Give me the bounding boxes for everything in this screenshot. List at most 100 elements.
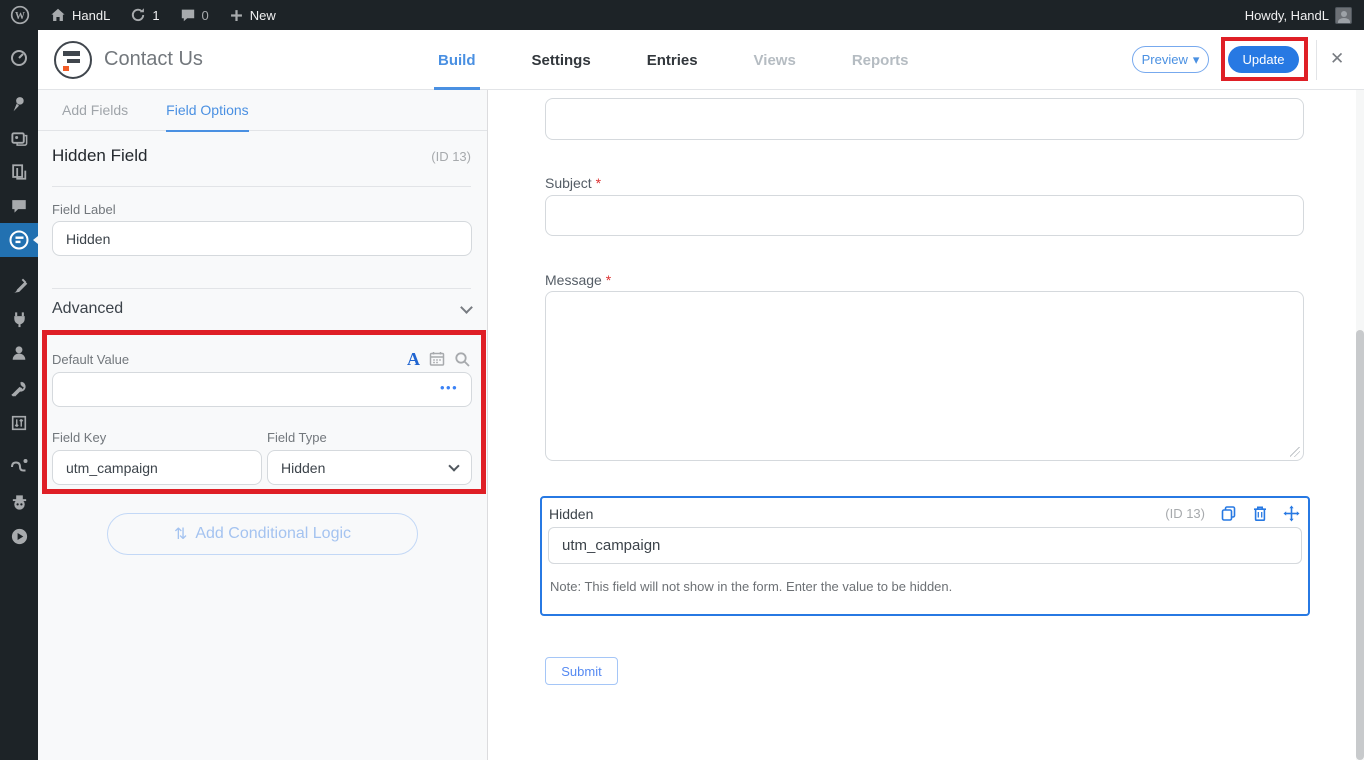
tab-entries[interactable]: Entries [619, 30, 726, 90]
panel-tabs: Add Fields Field Options [38, 90, 487, 131]
spy-icon [10, 493, 29, 512]
updates-menu[interactable]: 1 [120, 0, 169, 30]
message-textarea[interactable] [545, 291, 1304, 461]
sidebar-item-formidable[interactable] [0, 223, 38, 257]
formidable-icon [8, 229, 30, 251]
play-circle-icon [10, 527, 29, 546]
subject-label: Subject * [545, 175, 601, 191]
sidebar-item-plugins[interactable] [0, 302, 38, 336]
scrollbar-thumb[interactable] [1356, 330, 1364, 760]
hidden-field-note: Note: This field will not show in the fo… [550, 579, 952, 594]
hidden-field-label: Hidden [549, 506, 593, 522]
home-icon [50, 7, 66, 23]
new-menu[interactable]: New [219, 0, 286, 30]
howdy-text: Howdy, HandL [1245, 8, 1329, 23]
tab-settings[interactable]: Settings [504, 30, 619, 90]
pin-icon [10, 95, 28, 113]
search-icon[interactable] [454, 351, 471, 368]
wp-logo-menu[interactable]: W [0, 0, 40, 30]
wordpress-logo-icon: W [10, 5, 30, 25]
pages-icon [10, 163, 28, 181]
updates-count: 1 [152, 8, 159, 23]
field-label-label: Field Label [52, 202, 116, 217]
conditional-logic-icon: ⇅ [174, 524, 187, 544]
sidebar-item-utm-grabber[interactable] [0, 447, 38, 481]
tab-add-fields[interactable]: Add Fields [62, 90, 128, 131]
preview-button[interactable]: Preview▾ [1132, 46, 1209, 73]
sidebar-item-tools[interactable] [0, 372, 38, 406]
caret-down-icon: ▾ [1193, 52, 1200, 68]
sidebar-item-users[interactable] [0, 336, 38, 370]
subject-input[interactable] [545, 195, 1304, 236]
form-preview: Subject * Message * Hidden (ID 13) [488, 90, 1364, 760]
field-type-label: Field Type [267, 430, 327, 445]
advanced-section-toggle[interactable]: Advanced [52, 300, 471, 318]
update-button[interactable]: Update [1228, 46, 1299, 73]
sidebar-item-comments[interactable] [0, 189, 38, 223]
field-key-input[interactable] [52, 450, 262, 485]
scrollbar-track[interactable] [1356, 90, 1364, 760]
delete-icon[interactable] [1252, 505, 1268, 522]
comments-menu[interactable]: 0 [170, 0, 219, 30]
tools-wrench-icon [10, 380, 28, 398]
sidebar-item-media[interactable] [0, 121, 38, 155]
screen: W HandL 1 0 New [0, 0, 1364, 760]
tab-field-options[interactable]: Field Options [166, 90, 248, 131]
plugins-plug-icon [10, 310, 29, 329]
utm-hook-icon [9, 454, 29, 474]
sidebar-item-dashboard[interactable] [0, 41, 38, 75]
text-A-icon[interactable]: A [407, 350, 420, 368]
default-value-input[interactable] [52, 372, 472, 407]
move-icon[interactable] [1283, 505, 1300, 522]
field-id-badge: (ID 13) [431, 149, 471, 164]
message-label: Message * [545, 272, 611, 288]
form-title: Contact Us [104, 48, 203, 71]
tab-views[interactable]: Views [726, 30, 824, 90]
new-label: New [250, 8, 276, 23]
sidebar-item-pages[interactable] [0, 155, 38, 189]
sidebar-item-presenter[interactable] [0, 519, 38, 553]
required-asterisk: * [596, 175, 601, 191]
close-icon[interactable]: ✕ [1330, 49, 1344, 69]
duplicate-icon[interactable] [1220, 505, 1237, 522]
calendar-icon[interactable] [429, 351, 445, 367]
formidable-logo [54, 41, 92, 79]
plus-icon [229, 8, 244, 23]
dashboard-icon [9, 48, 29, 68]
sidebar-item-appearance[interactable] [0, 268, 38, 302]
site-menu[interactable]: HandL [40, 0, 120, 30]
required-asterisk: * [606, 272, 611, 288]
default-value-label: Default Value [52, 352, 129, 367]
resize-grip[interactable] [1290, 447, 1300, 457]
add-conditional-logic-button[interactable]: ⇅ Add Conditional Logic [107, 513, 418, 555]
chevron-down-icon [460, 301, 473, 314]
ellipsis-options-button[interactable]: ••• [440, 380, 458, 395]
field-type-select[interactable]: Hidden [267, 450, 472, 485]
hidden-field-value-input[interactable] [548, 527, 1302, 564]
divider [52, 288, 471, 289]
svg-text:W: W [15, 11, 25, 22]
media-icon [10, 129, 29, 148]
wp-sidebar [0, 30, 38, 760]
submit-button[interactable]: Submit [545, 657, 618, 685]
appearance-brush-icon [10, 276, 29, 295]
howdy-menu[interactable]: Howdy, HandL [1235, 0, 1352, 30]
settings-sliders-icon [10, 414, 28, 432]
sidebar-item-settings[interactable] [0, 406, 38, 440]
comments-icon [10, 197, 28, 215]
tab-reports[interactable]: Reports [824, 30, 937, 90]
comments-bubble-icon [180, 7, 196, 23]
builder-tabs: Build Settings Entries Views Reports [410, 30, 937, 90]
field-options-panel: Add Fields Field Options Hidden Field (I… [38, 90, 488, 760]
sidebar-item-posts[interactable] [0, 87, 38, 121]
update-icon [130, 7, 146, 23]
sidebar-item-spy[interactable] [0, 485, 38, 519]
tab-build[interactable]: Build [410, 30, 504, 90]
avatar [1335, 7, 1352, 24]
divider [52, 186, 471, 187]
field-key-label: Field Key [52, 430, 106, 445]
hidden-field-card-selected[interactable]: Hidden (ID 13) Note: This field will not… [540, 496, 1310, 616]
advanced-label: Advanced [52, 300, 123, 318]
field-label-input[interactable] [52, 221, 472, 256]
form-field-input[interactable] [545, 98, 1304, 140]
